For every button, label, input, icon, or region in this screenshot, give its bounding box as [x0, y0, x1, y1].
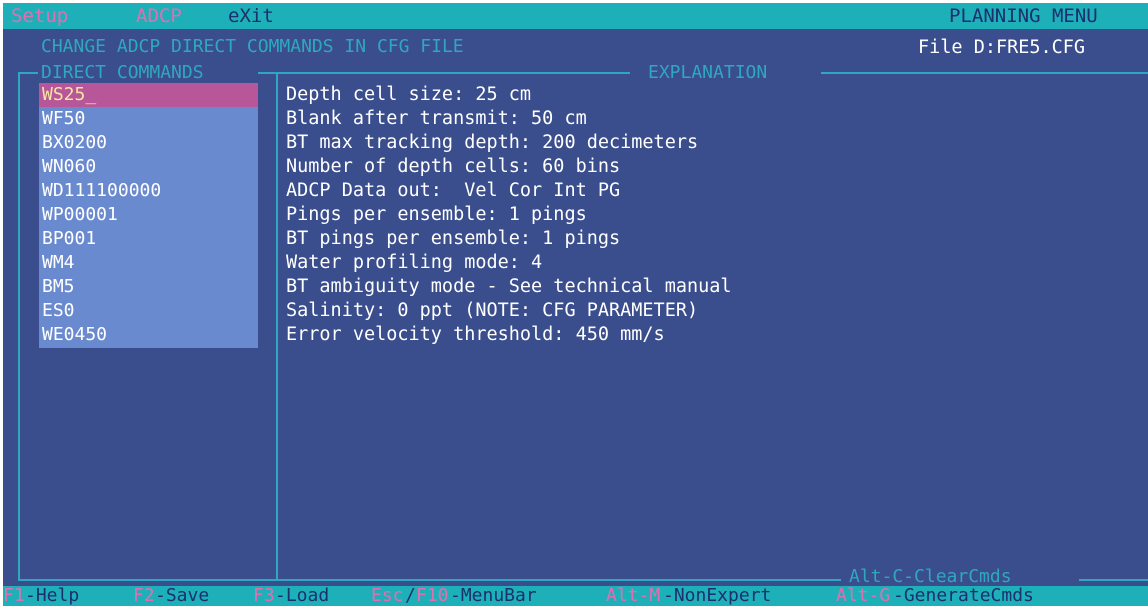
alt-m-key[interactable]: Alt-M	[606, 586, 660, 606]
menu-adcp[interactable]: ADCP	[136, 4, 182, 28]
left-frame-line	[18, 72, 20, 581]
explanation-line: Pings per ensemble: 1 pings	[286, 204, 587, 225]
command-item[interactable]: WP00001	[42, 203, 118, 227]
alt-g-key[interactable]: Alt-G	[836, 586, 890, 606]
menu-exit[interactable]: eXit	[228, 4, 274, 28]
file-name: File D:FRE5.CFG	[918, 37, 1086, 58]
f3-key[interactable]: F3	[253, 586, 275, 606]
help-label[interactable]: -Help	[25, 586, 79, 606]
menu-setup[interactable]: Setup	[11, 4, 68, 28]
dos-screen: Setup ADCP eXit PLANNING MENU CHANGE ADC…	[3, 3, 1148, 606]
explanation-line: Depth cell size: 25 cm	[286, 84, 532, 105]
f2-key[interactable]: F2	[133, 586, 155, 606]
direct-commands-title: DIRECT COMMANDS	[41, 62, 204, 84]
command-item[interactable]: WN060	[42, 155, 96, 179]
command-item[interactable]: WM4	[42, 251, 75, 275]
explanation-title: EXPLANATION	[648, 62, 768, 83]
menubar-label[interactable]: -MenuBar	[450, 586, 537, 606]
explanation-line: BT max tracking depth: 200 decimeters	[286, 132, 699, 153]
load-label[interactable]: -Load	[275, 586, 329, 606]
menu-bar: Setup ADCP eXit PLANNING MENU	[3, 3, 1148, 29]
f1-key[interactable]: F1	[3, 586, 25, 606]
explanation-frame-top-left	[258, 72, 630, 74]
bottom-frame-right	[1079, 579, 1148, 581]
command-item[interactable]: BP001	[42, 227, 96, 251]
explanation-line: BT pings per ensemble: 1 pings	[286, 228, 621, 249]
status-bar: F1 -Help F2 -Save F3 -Load Esc / F10 -Me…	[3, 586, 1148, 606]
save-label[interactable]: -Save	[155, 586, 209, 606]
generate-commands-label[interactable]: -GenerateCmds	[893, 586, 1034, 606]
explanation-line: Water profiling mode: 4	[286, 252, 543, 273]
panel-divider	[276, 74, 278, 581]
commands-list[interactable]: WS25_ WF50 BX0200 WN060 WD111100000 WP00…	[39, 83, 258, 348]
command-item[interactable]: WS25_	[42, 83, 96, 107]
command-item[interactable]: WF50	[42, 107, 85, 131]
commands-frame-top-left	[18, 72, 38, 74]
explanation-line: ADCP Data out: Vel Cor Int PG	[286, 180, 621, 201]
bottom-frame-left	[18, 579, 841, 581]
nonexpert-label[interactable]: -NonExpert	[663, 586, 771, 606]
command-item[interactable]: WE0450	[42, 323, 107, 347]
command-item[interactable]: BX0200	[42, 131, 107, 155]
planning-menu-title: PLANNING MENU	[949, 5, 1098, 27]
clear-commands-hint[interactable]: Alt-C-ClearCmds	[849, 567, 1012, 587]
f10-key[interactable]: F10	[416, 586, 449, 606]
esc-key[interactable]: Esc	[371, 586, 404, 606]
explanation-line: BT ambiguity mode - See technical manual	[286, 276, 732, 297]
screen-title: CHANGE ADCP DIRECT COMMANDS IN CFG FILE	[41, 36, 464, 57]
explanation-line: Salinity: 0 ppt (NOTE: CFG PARAMETER)	[286, 300, 699, 321]
explanation-line: Blank after transmit: 50 cm	[286, 108, 587, 129]
command-item[interactable]: ES0	[42, 299, 75, 323]
explanation-line: Number of depth cells: 60 bins	[286, 156, 621, 177]
command-item[interactable]: BM5	[42, 275, 75, 299]
key-separator: /	[405, 585, 416, 606]
command-item[interactable]: WD111100000	[42, 179, 161, 203]
explanation-frame-top-right	[821, 72, 1148, 74]
explanation-line: Error velocity threshold: 450 mm/s	[286, 324, 665, 345]
